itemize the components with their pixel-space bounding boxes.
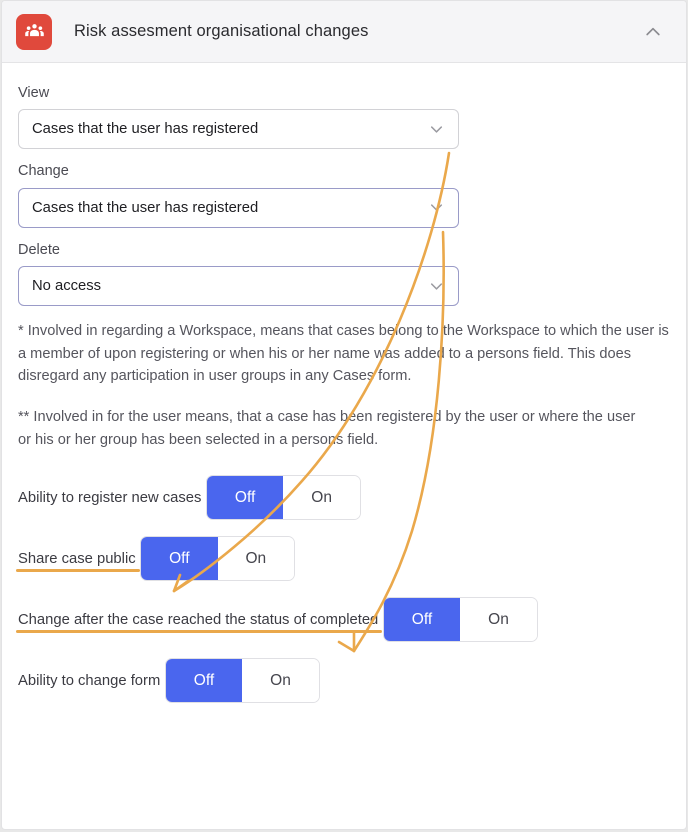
chevron-down-icon: [427, 277, 446, 296]
segment-off[interactable]: Off: [383, 598, 461, 642]
note-involved-in: ** Involved in for the user means, that …: [18, 409, 636, 448]
select-delete[interactable]: No access: [18, 266, 459, 307]
segmented-share-case-public[interactable]: Off On: [140, 536, 296, 582]
segment-off[interactable]: Off: [206, 476, 284, 520]
select-change-wrap: Cases that the user has registered: [18, 187, 459, 228]
card-header: Risk assesment organisational changes: [2, 1, 686, 63]
note-workspace: * Involved in regarding a Workspace, mea…: [18, 323, 669, 385]
segmented-change-after-completed[interactable]: Off On: [382, 597, 538, 643]
select-view-wrap: Cases that the user has registered: [18, 109, 459, 150]
toggle-label-ability-to-change-form: Ability to change form: [18, 672, 161, 689]
segment-on[interactable]: On: [217, 537, 295, 581]
toggle-group-share-case-public: Share case public Off On: [16, 534, 670, 582]
permissions-card: Risk assesment organisational changes Vi…: [1, 0, 687, 830]
segment-on[interactable]: On: [242, 659, 319, 703]
segmented-ability-to-change-form[interactable]: Off On: [164, 658, 320, 704]
segmented-register-new-cases[interactable]: Off On: [205, 475, 361, 521]
chevron-down-icon: [427, 198, 446, 217]
toggle-label-change-after-completed: Change after the case reached the status…: [15, 611, 383, 634]
card-body: View Cases that the user has registered …: [2, 63, 686, 704]
field-label-change: Change: [18, 163, 69, 180]
chevron-up-icon[interactable]: [636, 15, 670, 49]
toggle-label-share-case-public: Share case public: [16, 550, 140, 573]
toggle-group-change-after-completed: Change after the case reached the status…: [15, 595, 670, 643]
toggle-group-register-new-cases: Ability to register new cases Off On: [18, 473, 670, 521]
chevron-down-icon: [427, 120, 446, 139]
segment-on[interactable]: On: [283, 476, 360, 520]
page-title: Risk assesment organisational changes: [74, 22, 369, 40]
segment-on[interactable]: On: [460, 598, 537, 642]
toggle-group-ability-to-change-form: Ability to change form Off On: [18, 656, 670, 704]
select-change[interactable]: Cases that the user has registered: [18, 187, 459, 228]
field-label-view: View: [18, 85, 50, 101]
select-delete-wrap: No access: [18, 266, 459, 307]
field-label-delete: Delete: [18, 241, 60, 258]
segment-off[interactable]: Off: [165, 659, 243, 703]
select-view[interactable]: Cases that the user has registered: [18, 109, 459, 150]
select-view-value: Cases that the user has registered: [32, 121, 259, 138]
toggle-label-register-new-cases: Ability to register new cases: [18, 489, 202, 506]
segment-off[interactable]: Off: [141, 537, 218, 581]
select-delete-value: No access: [32, 278, 102, 295]
select-change-value: Cases that the user has registered: [32, 199, 259, 216]
users-group-icon: [16, 13, 52, 50]
